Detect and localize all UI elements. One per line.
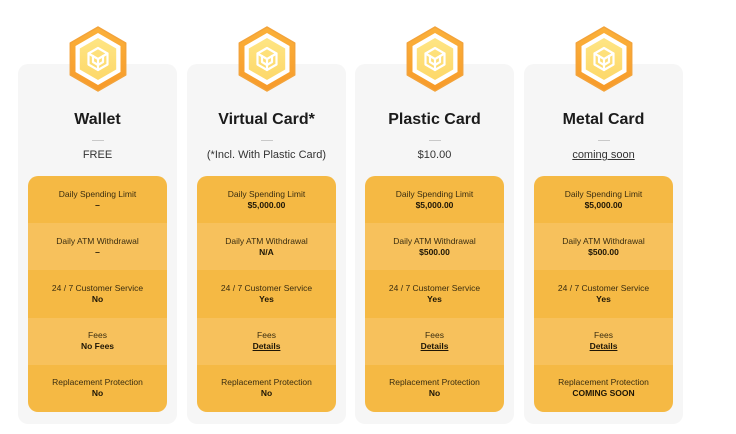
fees-details-link[interactable]: Details bbox=[590, 341, 618, 352]
feature-spending-limit: Daily Spending Limit $5,000.00 bbox=[534, 176, 673, 224]
feature-replacement-protection: Replacement Protection No bbox=[365, 364, 504, 412]
cube-logo-icon bbox=[572, 24, 636, 94]
feature-label: Daily Spending Limit bbox=[227, 188, 306, 199]
feature-value: COMING SOON bbox=[572, 388, 635, 399]
feature-label: 24 / 7 Customer Service bbox=[220, 282, 313, 293]
feature-value: – bbox=[95, 246, 100, 257]
feature-value: N/A bbox=[259, 246, 274, 257]
divider bbox=[428, 140, 441, 141]
feature-label: Fees bbox=[425, 330, 444, 341]
feature-label: Daily ATM Withdrawal bbox=[562, 235, 645, 246]
feature-customer-service: 24 / 7 Customer Service Yes bbox=[365, 270, 504, 318]
plan-card-virtual: Virtual Card* (*Incl. With Plastic Card)… bbox=[187, 26, 346, 424]
divider bbox=[260, 140, 273, 141]
feature-label: Daily Spending Limit bbox=[395, 188, 474, 199]
cube-logo-icon bbox=[403, 24, 467, 94]
feature-value: – bbox=[95, 199, 100, 210]
feature-label: Replacement Protection bbox=[52, 377, 143, 388]
feature-value: Yes bbox=[596, 293, 611, 304]
cube-logo-icon bbox=[66, 24, 130, 94]
feature-fees: Fees No Fees bbox=[28, 317, 167, 365]
feature-value: $500.00 bbox=[588, 246, 619, 257]
fees-details-link[interactable]: Details bbox=[253, 341, 281, 352]
feature-list: Daily Spending Limit – Daily ATM Withdra… bbox=[28, 176, 167, 412]
feature-fees: Fees Details bbox=[365, 317, 504, 365]
divider bbox=[597, 140, 610, 141]
feature-label: Daily Spending Limit bbox=[564, 188, 643, 199]
feature-label: 24 / 7 Customer Service bbox=[388, 282, 481, 293]
plan-card-plastic: Plastic Card $10.00 Daily Spending Limit… bbox=[355, 26, 514, 424]
plan-price: $10.00 bbox=[417, 149, 452, 161]
feature-value: No Fees bbox=[80, 341, 115, 352]
feature-atm-withdrawal: Daily ATM Withdrawal N/A bbox=[197, 223, 336, 271]
feature-value: No bbox=[428, 388, 441, 399]
feature-label: Fees bbox=[88, 330, 107, 341]
feature-value: $5,000.00 bbox=[415, 199, 454, 210]
feature-value: $5,000.00 bbox=[247, 199, 286, 210]
cube-logo-icon bbox=[235, 24, 299, 94]
feature-label: Fees bbox=[257, 330, 276, 341]
fees-details-link[interactable]: Details bbox=[421, 341, 449, 352]
feature-value: No bbox=[91, 293, 104, 304]
feature-atm-withdrawal: Daily ATM Withdrawal $500.00 bbox=[365, 223, 504, 271]
feature-value: No bbox=[260, 388, 273, 399]
plan-price: (*Incl. With Plastic Card) bbox=[206, 149, 327, 161]
feature-label: Daily Spending Limit bbox=[58, 188, 137, 199]
feature-replacement-protection: Replacement Protection No bbox=[197, 364, 336, 412]
plan-card-wallet: Wallet FREE Daily Spending Limit – Daily… bbox=[18, 26, 177, 424]
feature-label: Fees bbox=[594, 330, 613, 341]
feature-spending-limit: Daily Spending Limit $5,000.00 bbox=[365, 176, 504, 224]
plan-card-metal: Metal Card coming soon Daily Spending Li… bbox=[524, 26, 683, 424]
feature-label: Replacement Protection bbox=[558, 377, 649, 388]
feature-list: Daily Spending Limit $5,000.00 Daily ATM… bbox=[534, 176, 673, 412]
plan-title: Metal Card bbox=[562, 111, 645, 128]
feature-value: Yes bbox=[259, 293, 274, 304]
feature-label: Daily ATM Withdrawal bbox=[393, 235, 476, 246]
feature-label: Replacement Protection bbox=[389, 377, 480, 388]
feature-customer-service: 24 / 7 Customer Service Yes bbox=[197, 270, 336, 318]
feature-list: Daily Spending Limit $5,000.00 Daily ATM… bbox=[365, 176, 504, 412]
feature-atm-withdrawal: Daily ATM Withdrawal – bbox=[28, 223, 167, 271]
feature-list: Daily Spending Limit $5,000.00 Daily ATM… bbox=[197, 176, 336, 412]
feature-replacement-protection: Replacement Protection COMING SOON bbox=[534, 364, 673, 412]
feature-atm-withdrawal: Daily ATM Withdrawal $500.00 bbox=[534, 223, 673, 271]
pricing-comparison: Wallet FREE Daily Spending Limit – Daily… bbox=[0, 0, 736, 434]
feature-label: Replacement Protection bbox=[221, 377, 312, 388]
feature-fees: Fees Details bbox=[197, 317, 336, 365]
feature-value: Yes bbox=[427, 293, 442, 304]
feature-value: $500.00 bbox=[419, 246, 450, 257]
feature-value: No bbox=[91, 388, 104, 399]
plan-price: FREE bbox=[82, 149, 113, 161]
feature-spending-limit: Daily Spending Limit – bbox=[28, 176, 167, 224]
plan-title: Wallet bbox=[74, 111, 121, 128]
plan-title: Virtual Card* bbox=[218, 111, 315, 128]
feature-replacement-protection: Replacement Protection No bbox=[28, 364, 167, 412]
feature-label: Daily ATM Withdrawal bbox=[56, 235, 139, 246]
feature-label: Daily ATM Withdrawal bbox=[225, 235, 308, 246]
feature-spending-limit: Daily Spending Limit $5,000.00 bbox=[197, 176, 336, 224]
plan-title: Plastic Card bbox=[388, 111, 481, 128]
feature-label: 24 / 7 Customer Service bbox=[51, 282, 144, 293]
coming-soon-link[interactable]: coming soon bbox=[524, 149, 683, 161]
feature-fees: Fees Details bbox=[534, 317, 673, 365]
feature-customer-service: 24 / 7 Customer Service No bbox=[28, 270, 167, 318]
feature-customer-service: 24 / 7 Customer Service Yes bbox=[534, 270, 673, 318]
divider bbox=[91, 140, 104, 141]
feature-label: 24 / 7 Customer Service bbox=[557, 282, 650, 293]
feature-value: $5,000.00 bbox=[584, 199, 623, 210]
